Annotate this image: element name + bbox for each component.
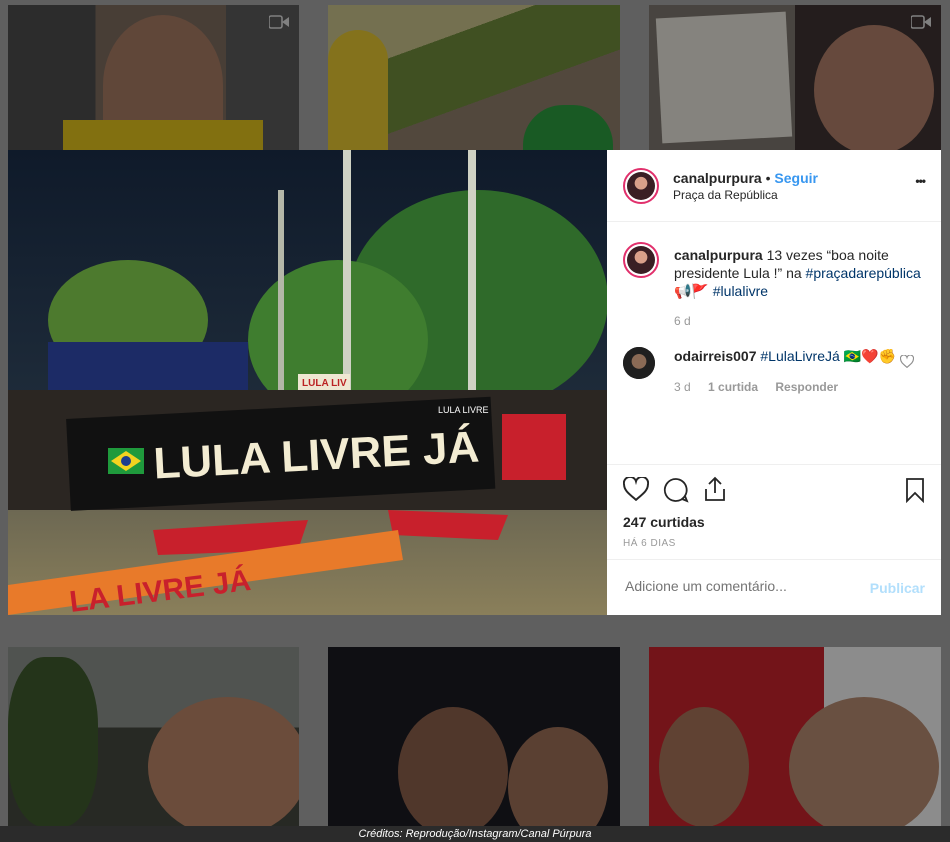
post-panel: canalpurpura • Seguir Praça da República… xyxy=(607,150,941,615)
video-icon xyxy=(269,15,289,29)
grid-tile-5[interactable] xyxy=(328,647,620,826)
location-link[interactable]: Praça da República xyxy=(673,188,778,202)
comment: odairreis007 #LulaLivreJá 🇧🇷❤️✊ xyxy=(674,347,904,365)
post-timestamp: HÁ 6 DIAS xyxy=(623,538,676,549)
grid-tile-6[interactable] xyxy=(649,647,941,826)
protest-photo: LULA LIVRE JÁ LULA LIV LULA LIVRE LA LIV… xyxy=(8,150,607,615)
hashtag-link[interactable]: #LulaLivreJá xyxy=(760,348,839,364)
reply-button[interactable]: Responder xyxy=(775,380,838,394)
caption-username[interactable]: canalpurpura xyxy=(674,247,763,263)
commenter-username[interactable]: odairreis007 xyxy=(674,348,757,364)
likes-count[interactable]: 247 curtidas xyxy=(623,514,705,530)
follow-button[interactable]: Seguir xyxy=(774,170,818,186)
share-icon[interactable] xyxy=(703,476,727,502)
more-options-icon[interactable]: ••• xyxy=(915,174,926,188)
like-icon[interactable] xyxy=(623,477,649,501)
comment-icon[interactable] xyxy=(663,477,689,503)
grid-tile-3[interactable] xyxy=(649,5,941,150)
publish-button[interactable]: Publicar xyxy=(870,580,925,596)
add-comment-bar: Publicar xyxy=(607,559,941,616)
sign-text: LULA LIV xyxy=(302,378,347,389)
avatar[interactable] xyxy=(623,168,659,204)
comment-input[interactable] xyxy=(623,577,857,595)
grid-tile-4[interactable] xyxy=(8,647,299,826)
commenter-avatar[interactable] xyxy=(623,347,655,379)
caption: canalpurpura 13 vezes “boa noite preside… xyxy=(674,246,926,300)
hashtag-link[interactable]: #lulalivre xyxy=(713,283,768,299)
grid-tile-2[interactable] xyxy=(328,5,620,150)
comment-likes[interactable]: 1 curtida xyxy=(708,380,758,394)
flag-text: LULA LIVRE xyxy=(438,405,489,415)
caption-emoji: 📢🚩 xyxy=(674,283,709,299)
separator: • xyxy=(765,170,771,186)
video-icon xyxy=(911,15,931,29)
save-icon[interactable] xyxy=(905,477,925,503)
post-photo[interactable]: LULA LIVRE JÁ LULA LIV LULA LIVRE LA LIV… xyxy=(8,150,607,615)
caption-age: 6 d xyxy=(674,314,691,328)
username-link[interactable]: canalpurpura xyxy=(673,170,762,186)
caption-avatar[interactable] xyxy=(623,242,659,278)
hashtag-link[interactable]: #praçadarepública xyxy=(806,265,921,281)
heart-icon[interactable] xyxy=(900,355,914,368)
photo-credit: Créditos: Reprodução/Instagram/Canal Púr… xyxy=(0,826,950,842)
comment-emoji: 🇧🇷❤️✊ xyxy=(843,348,896,364)
grid-tile-1[interactable] xyxy=(8,5,299,150)
post-header: canalpurpura • Seguir Praça da República… xyxy=(607,150,941,222)
comment-age: 3 d xyxy=(674,380,691,394)
